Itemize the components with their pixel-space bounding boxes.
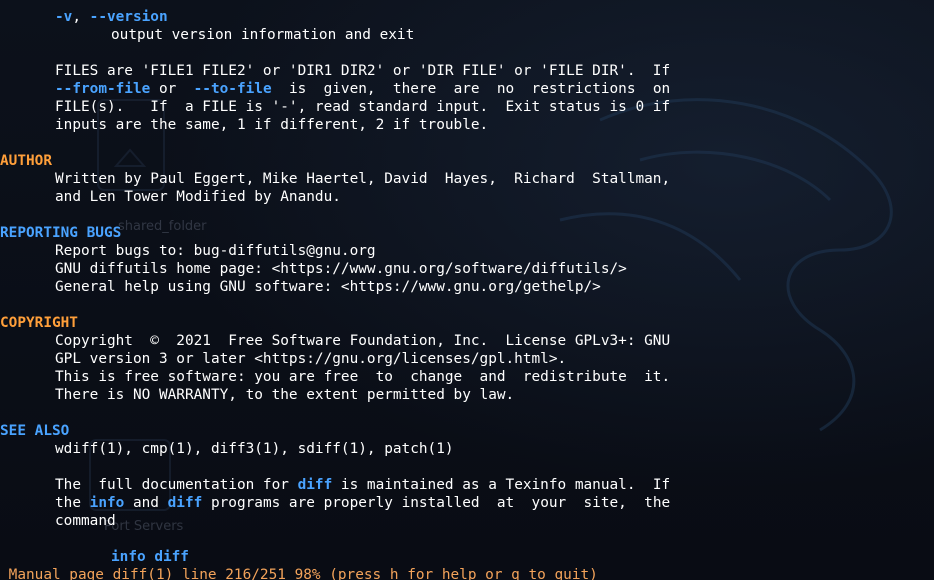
- doc-text: is maintained as a Texinfo manual. If: [332, 477, 671, 493]
- author-line-1: Written by Paul Eggert, Mike Haertel, Da…: [55, 171, 671, 187]
- diff-keyword: diff: [297, 477, 333, 493]
- bugs-line-1: Report bugs to: bug-diffutils@gnu.org: [55, 243, 376, 259]
- doc-line-3: command: [55, 513, 116, 529]
- pager-status-bar: Manual page diff(1) line 216/251 98% (pr…: [0, 567, 598, 580]
- files-line-2: --from-file or --to-file is given, there…: [55, 80, 670, 98]
- copyright-line-2: GPL version 3 or later <https://gnu.org/…: [55, 351, 567, 367]
- doc-line-2: the info and diff programs are properly …: [55, 494, 670, 512]
- author-line-2: and Len Tower Modified by Anandu.: [55, 189, 341, 205]
- option-separator: ,: [72, 9, 90, 25]
- bugs-line-3: General help using GNU software: <https:…: [55, 279, 601, 295]
- option-version-desc: output version information and exit: [111, 27, 415, 43]
- from-file-option: --from-file: [55, 81, 151, 97]
- diff-keyword: diff: [167, 495, 203, 511]
- section-heading-copyright: COPYRIGHT: [0, 315, 78, 331]
- terminal-window[interactable]: shared_folder Port Servers -v, --version…: [0, 0, 934, 580]
- section-heading-author: AUTHOR: [0, 153, 52, 169]
- info-keyword: info: [89, 495, 125, 511]
- bugs-line-2: GNU diffutils home page: <https://www.gn…: [55, 261, 627, 277]
- option-short: -v: [55, 9, 73, 25]
- files-line-4: inputs are the same, 1 if different, 2 i…: [55, 117, 489, 133]
- files-line-1: FILES are 'FILE1 FILE2' or 'DIR1 DIR2' o…: [55, 63, 671, 79]
- doc-text: the: [55, 495, 90, 511]
- files-text: is given, there are no restrictions on: [271, 81, 671, 97]
- doc-text: The full documentation for: [55, 477, 298, 493]
- section-heading-reporting-bugs: REPORTING BUGS: [0, 225, 122, 241]
- copyright-line-4: There is NO WARRANTY, to the extent perm…: [55, 387, 515, 403]
- desktop-servers-label: Port Servers: [104, 519, 184, 534]
- section-heading-see-also: SEE ALSO: [0, 423, 70, 439]
- files-text: or: [150, 81, 194, 97]
- see-also-line: wdiff(1), cmp(1), diff3(1), sdiff(1), pa…: [55, 441, 454, 457]
- to-file-option: --to-file: [193, 81, 272, 97]
- copyright-line-1: Copyright © 2021 Free Software Foundatio…: [55, 333, 671, 349]
- doc-text: programs are properly installed at your …: [202, 495, 671, 511]
- doc-line-1: The full documentation for diff is maint…: [55, 476, 670, 494]
- files-line-3: FILE(s). If a FILE is '-', read standard…: [55, 99, 671, 115]
- doc-command: info diff: [111, 549, 189, 565]
- option-long: --version: [89, 9, 168, 25]
- desktop-folder-label: shared_folder: [118, 219, 207, 234]
- doc-text: and: [124, 495, 168, 511]
- option-version-line: -v, --version: [55, 8, 168, 26]
- copyright-line-3: This is free software: you are free to c…: [55, 369, 671, 385]
